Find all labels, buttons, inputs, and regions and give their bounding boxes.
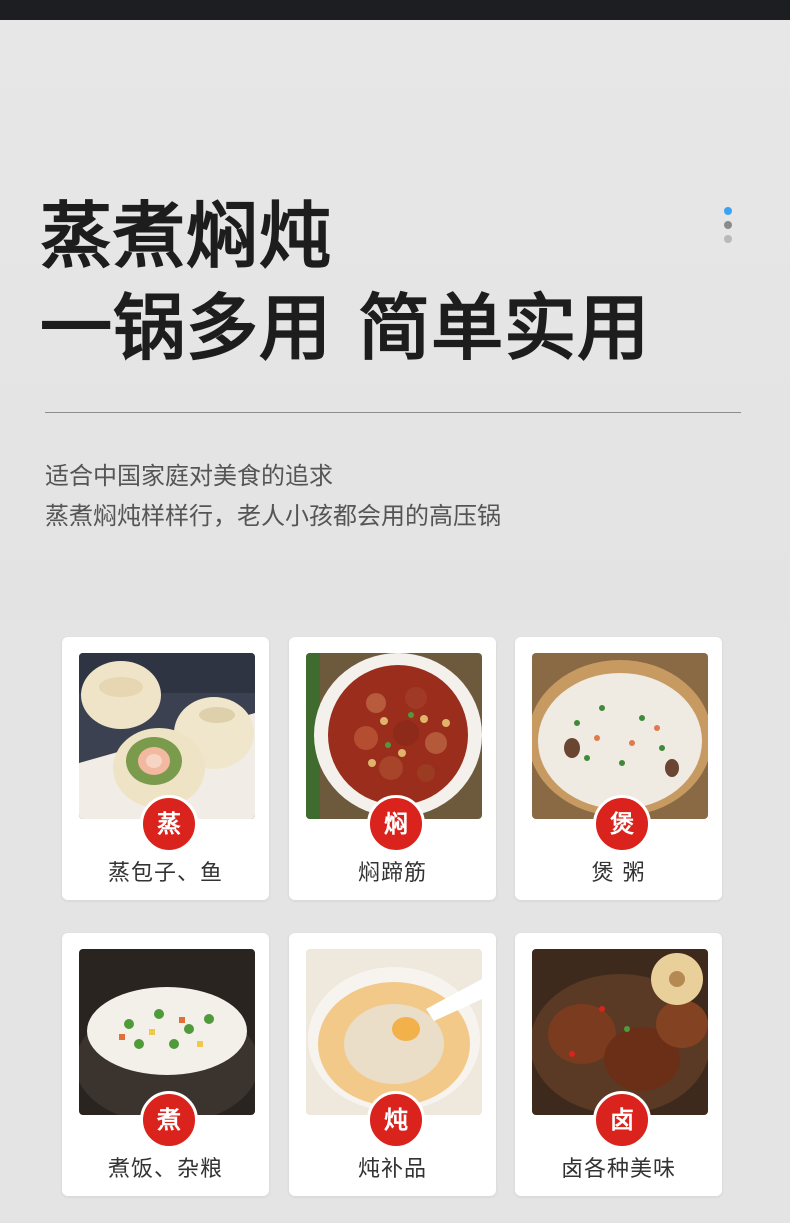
- badge-boil: 煮: [140, 1091, 198, 1149]
- headline-line-1: 蒸煮焖炖: [40, 194, 333, 278]
- badge-marinate: 卤: [593, 1091, 651, 1149]
- carousel-dot-2[interactable]: [724, 221, 732, 229]
- badge-stew: 炖: [367, 1091, 425, 1149]
- top-bar: [0, 0, 790, 20]
- carousel-dot-1[interactable]: [724, 207, 732, 215]
- carousel-dot-3[interactable]: [724, 235, 732, 243]
- badge-braise: 焖: [367, 795, 425, 853]
- card-label: 炖补品: [357, 1157, 427, 1182]
- badge-congee: 煲: [593, 795, 651, 853]
- badge-steam: 蒸: [140, 795, 198, 853]
- card-label: 卤各种美味: [560, 1157, 676, 1182]
- card-label: 煮饭、杂粮: [107, 1157, 223, 1182]
- card-label: 焖蹄筋: [357, 861, 427, 886]
- carousel-indicator: [724, 207, 734, 249]
- card-label: 蒸包子、鱼: [107, 861, 223, 886]
- card-label: 煲 粥: [591, 861, 646, 886]
- subtitle-line-2: 蒸煮焖炖样样行，老人小孩都会用的高压锅: [45, 502, 501, 530]
- divider: [45, 412, 741, 413]
- feature-card-stew: 炖 炖补品: [289, 933, 496, 1196]
- feature-card-braise: 焖 焖蹄筋: [289, 637, 496, 900]
- feature-card-congee: 煲 煲 粥: [515, 637, 722, 900]
- subtitle-line-1: 适合中国家庭对美食的追求: [45, 462, 333, 490]
- feature-card-boil: 煮 煮饭、杂粮: [62, 933, 269, 1196]
- headline-line-2: 一锅多用 简单实用: [40, 286, 651, 370]
- feature-card-marinate: 卤 卤各种美味: [515, 933, 722, 1196]
- feature-card-steam: 蒸 蒸包子、鱼: [62, 637, 269, 900]
